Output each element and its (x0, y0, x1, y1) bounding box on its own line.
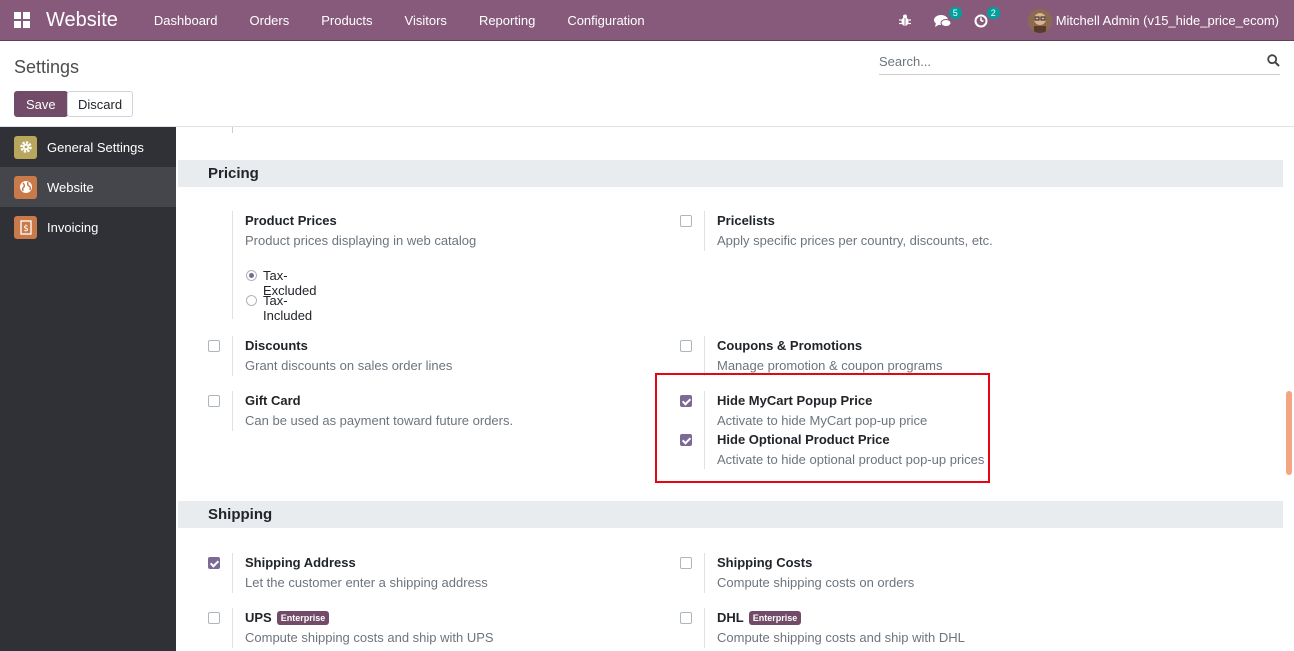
setting-title: Shipping Costs (717, 555, 813, 570)
control-panel: Settings Save Discard (0, 42, 1294, 127)
gift-card-checkbox[interactable] (208, 395, 220, 407)
gear-icon (14, 135, 37, 159)
menu-configuration[interactable]: Configuration (551, 0, 660, 41)
save-button[interactable]: Save (14, 91, 68, 117)
dhl-checkbox[interactable] (680, 612, 692, 624)
discounts-checkbox[interactable] (208, 340, 220, 352)
menu-products[interactable]: Products (305, 0, 388, 41)
coupons-checkbox[interactable] (680, 340, 692, 352)
enterprise-badge: Enterprise (276, 611, 330, 625)
divider (704, 608, 705, 648)
setting-title: Discounts (245, 338, 308, 353)
user-menu[interactable]: Mitchell Admin (v15_hide_price_ecom) (1056, 13, 1279, 28)
settings-content: Pricing Product Prices Product prices di… (176, 127, 1294, 651)
messages-icon[interactable]: 5 (927, 0, 962, 41)
messages-count-badge: 5 (948, 7, 962, 19)
sidebar-item-label: Invoicing (47, 219, 99, 235)
discard-button[interactable]: Discard (67, 91, 134, 117)
setting-title: Gift Card (245, 393, 301, 408)
setting-description: Product prices displaying in web catalog (245, 233, 477, 248)
sidebar-item-label: Website (47, 179, 94, 195)
setting-title: Coupons & Promotions (717, 338, 863, 353)
setting-title: UPS Enterprise (245, 610, 330, 625)
divider (232, 211, 233, 319)
divider (232, 127, 233, 133)
enterprise-badge: Enterprise (748, 611, 802, 625)
sidebar-item-label: General Settings (47, 139, 144, 155)
ups-checkbox[interactable] (208, 612, 220, 624)
settings-sidebar: General Settings Website $ Invoicing (0, 127, 176, 651)
sidebar-item-general-settings[interactable]: General Settings (0, 127, 176, 167)
setting-description: Compute shipping costs on orders (717, 575, 915, 590)
menu-orders[interactable]: Orders (234, 0, 306, 41)
setting-description: Compute shipping costs and ship with UPS (245, 630, 494, 645)
setting-title: Product Prices (245, 213, 337, 228)
divider (704, 336, 705, 376)
page-title: Settings (14, 57, 80, 77)
shipping-address-checkbox[interactable] (208, 557, 220, 569)
radio-label[interactable]: Tax-Included (263, 293, 312, 323)
setting-description: Grant discounts on sales order lines (245, 358, 453, 373)
scrollbar-thumb[interactable] (1286, 391, 1292, 475)
invoice-icon: $ (14, 215, 37, 239)
highlight-annotation-box (655, 373, 990, 483)
setting-title-text: UPS (245, 610, 272, 625)
section-header-pricing: Pricing (178, 160, 1283, 187)
activities-count-badge: 2 (986, 7, 1000, 19)
divider (232, 391, 233, 431)
radio-tax-included[interactable] (246, 295, 257, 306)
shipping-costs-checkbox[interactable] (680, 557, 692, 569)
menu-reporting[interactable]: Reporting (463, 0, 551, 41)
sidebar-item-invoicing[interactable]: $ Invoicing (0, 207, 176, 247)
divider (232, 336, 233, 376)
search-input[interactable] (879, 52, 1249, 71)
radio-tax-excluded[interactable] (246, 270, 257, 281)
section-header-shipping: Shipping (178, 501, 1283, 528)
setting-title-text: DHL (717, 610, 744, 625)
setting-title: Pricelists (717, 213, 775, 228)
setting-title: Shipping Address (245, 555, 356, 570)
top-navbar: Website Dashboard Orders Products Visito… (0, 0, 1294, 41)
divider (232, 608, 233, 648)
menu-dashboard[interactable]: Dashboard (138, 0, 234, 41)
setting-description: Can be used as payment toward future ord… (245, 413, 514, 428)
setting-description: Manage promotion & coupon programs (717, 358, 943, 373)
setting-description: Let the customer enter a shipping addres… (245, 575, 488, 590)
globe-icon (14, 175, 37, 199)
divider (704, 211, 705, 251)
divider (232, 553, 233, 593)
divider (704, 553, 705, 593)
sidebar-item-website[interactable]: Website (0, 167, 176, 207)
debug-bug-icon[interactable] (889, 0, 921, 41)
apps-menu-icon[interactable] (0, 0, 44, 41)
setting-title: DHL Enterprise (717, 610, 802, 625)
search-icon[interactable] (1267, 54, 1280, 70)
menu-visitors[interactable]: Visitors (389, 0, 463, 41)
setting-description: Apply specific prices per country, disco… (717, 233, 993, 248)
svg-text:$: $ (23, 224, 29, 234)
activities-clock-icon[interactable]: 2 (965, 0, 1000, 41)
user-avatar[interactable] (1027, 8, 1052, 33)
setting-description: Compute shipping costs and ship with DHL (717, 630, 965, 645)
pricelists-checkbox[interactable] (680, 215, 692, 227)
search-bar (879, 52, 1280, 75)
app-brand[interactable]: Website (46, 9, 118, 32)
